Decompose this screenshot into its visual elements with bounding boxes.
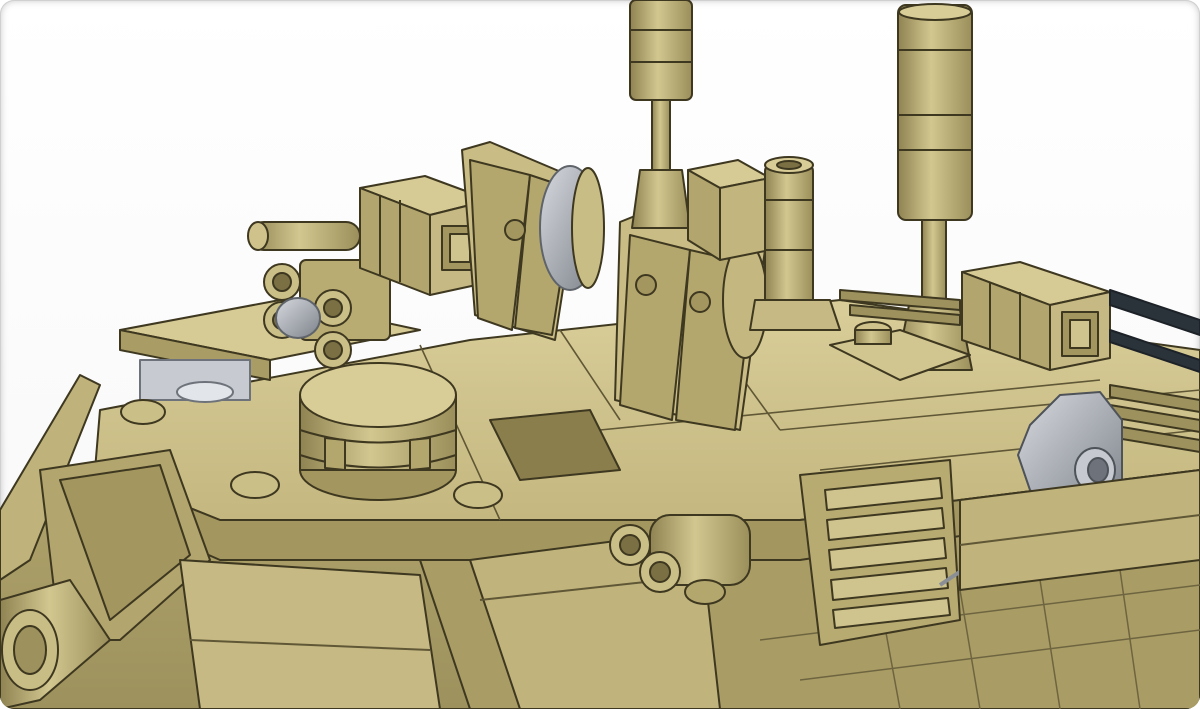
antenna-mast-left bbox=[629, 0, 693, 229]
commander-cupola bbox=[299, 362, 457, 501]
rear-box-center bbox=[687, 159, 771, 261]
small-stub bbox=[854, 321, 892, 345]
hatch-shield-left bbox=[461, 141, 605, 341]
tank-turret-render bbox=[0, 0, 1200, 709]
render-frame bbox=[0, 0, 1200, 709]
